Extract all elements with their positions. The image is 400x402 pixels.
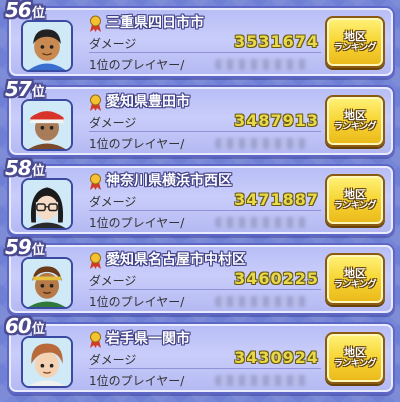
- rank-number: 57位: [5, 77, 45, 101]
- blurred-player-name: [215, 138, 307, 149]
- button-label-line1: 地区: [344, 345, 366, 359]
- rank-number: 59位: [5, 235, 45, 259]
- button-label-line1: 地区: [344, 29, 366, 43]
- damage-value: 3460225: [234, 269, 319, 288]
- ranking-row: 58位 神奈川県横浜市西区 ダメージ 3471887 1位のプレイヤー/ 地区 …: [5, 158, 395, 236]
- ranking-list: 56位 三重県四日市市 ダメージ 3531674 1位のプレイヤー/ 地区 ラン…: [0, 0, 400, 402]
- ranking-row: 56位 三重県四日市市 ダメージ 3531674 1位のプレイヤー/ 地区 ラン…: [5, 0, 395, 78]
- damage-value: 3430924: [234, 348, 319, 367]
- boy-brown-hair-icon: [21, 336, 73, 388]
- area-ranking-button[interactable]: 地区 ランキング: [325, 174, 385, 226]
- region-name: 愛知県豊田市: [106, 94, 190, 110]
- top-player-label: 1位のプレイヤー/: [89, 216, 185, 230]
- region-name: 愛知県名古屋市中村区: [106, 252, 246, 268]
- ranking-row: 59位 愛知県名古屋市中村区 ダメージ 3460225 1位のプレイヤー/ 地区…: [5, 237, 395, 315]
- blurred-player-name: [215, 375, 307, 386]
- region-name: 三重県四日市市: [106, 15, 204, 31]
- medal-icon: [90, 173, 101, 190]
- boy-tanned-icon: [21, 20, 73, 72]
- medal-icon: [90, 331, 101, 348]
- button-label-line1: 地区: [344, 187, 366, 201]
- girl-glasses-icon: [21, 178, 73, 230]
- button-label-line2: ランキング: [333, 359, 377, 370]
- damage-value: 3471887: [234, 190, 319, 209]
- medal-icon: [90, 252, 101, 269]
- ranking-row: 57位 愛知県豊田市 ダメージ 3487913 1位のプレイヤー/ 地区 ランキ…: [5, 79, 395, 157]
- button-label-line2: ランキング: [333, 280, 377, 291]
- rank-number: 60位: [5, 314, 45, 338]
- top-player-label: 1位のプレイヤー/: [89, 295, 185, 309]
- ranking-row: 60位 岩手県一関市 ダメージ 3430924 1位のプレイヤー/ 地区 ランキ…: [5, 316, 395, 394]
- area-ranking-button[interactable]: 地区 ランキング: [325, 332, 385, 384]
- blurred-player-name: [215, 59, 307, 70]
- damage-label: ダメージ: [89, 195, 137, 209]
- area-ranking-button[interactable]: 地区 ランキング: [325, 95, 385, 147]
- damage-label: ダメージ: [89, 274, 137, 288]
- boy-headband-icon: [21, 257, 73, 309]
- medal-icon: [90, 15, 101, 32]
- rank-number: 58位: [5, 156, 45, 180]
- top-player-label: 1位のプレイヤー/: [89, 137, 185, 151]
- button-label-line1: 地区: [344, 266, 366, 280]
- divider: [89, 131, 321, 132]
- divider: [89, 52, 321, 53]
- divider: [89, 210, 321, 211]
- divider: [89, 368, 321, 369]
- medal-icon: [90, 94, 101, 111]
- button-label-line1: 地区: [344, 108, 366, 122]
- area-ranking-button[interactable]: 地区 ランキング: [325, 16, 385, 68]
- damage-label: ダメージ: [89, 116, 137, 130]
- blurred-player-name: [215, 217, 307, 228]
- region-name: 岩手県一関市: [106, 331, 190, 347]
- rank-number: 56位: [5, 0, 45, 22]
- divider: [89, 289, 321, 290]
- blurred-player-name: [215, 296, 307, 307]
- damage-label: ダメージ: [89, 37, 137, 51]
- button-label-line2: ランキング: [333, 201, 377, 212]
- region-name: 神奈川県横浜市西区: [106, 173, 232, 189]
- damage-value: 3531674: [234, 32, 319, 51]
- top-player-label: 1位のプレイヤー/: [89, 58, 185, 72]
- old-man-red-hat-icon: [21, 99, 73, 151]
- damage-value: 3487913: [234, 111, 319, 130]
- area-ranking-button[interactable]: 地区 ランキング: [325, 253, 385, 305]
- button-label-line2: ランキング: [333, 122, 377, 133]
- button-label-line2: ランキング: [333, 43, 377, 54]
- top-player-label: 1位のプレイヤー/: [89, 374, 185, 388]
- damage-label: ダメージ: [89, 353, 137, 367]
